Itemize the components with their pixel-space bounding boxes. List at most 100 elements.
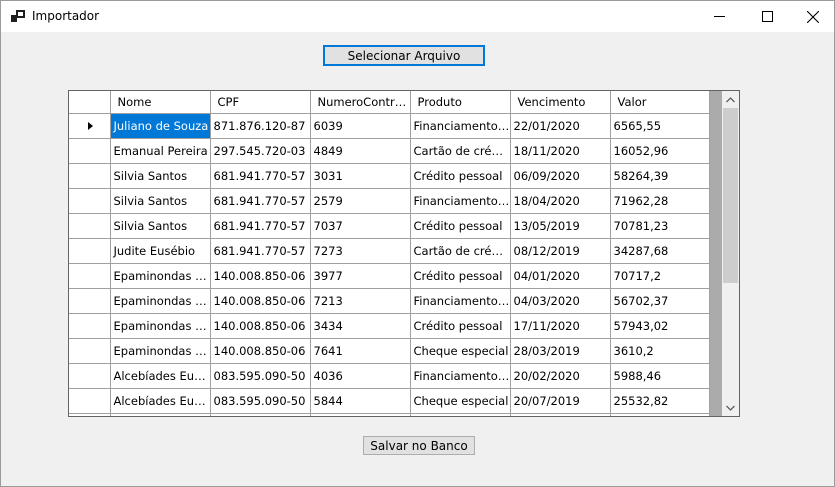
cell-vencimento[interactable]: 18/04/2020 [510,188,611,214]
cell-valor[interactable]: 6565,55 [610,113,710,139]
cell-numerocontrato[interactable] [310,413,411,416]
cell-produto[interactable]: Cartão de crédito [410,138,511,164]
cell-nome[interactable] [110,413,211,416]
cell-nome[interactable]: Judite Eusébio [110,238,211,264]
data-grid[interactable]: Nome CPF NumeroContrato Produto Vencimen… [68,90,740,417]
cell-vencimento[interactable] [510,413,611,416]
table-row[interactable]: Juliano de Souza 871.876.120-87 6039 Financ… [69,113,710,139]
cell-numerocontrato[interactable]: 6039 [310,113,411,139]
cell-nome[interactable]: Alcebíades Eust... [110,388,211,414]
cell-numerocontrato[interactable]: 3977 [310,263,411,289]
cell-produto[interactable]: Crédito pessoal [410,263,511,289]
row-header-cell[interactable] [69,313,111,339]
cell-numerocontrato[interactable]: 7641 [310,338,411,364]
cell-cpf[interactable]: 681.941.770-57 [210,238,311,264]
title-bar[interactable]: Importador [1,1,834,32]
cell-nome[interactable]: Silvia Santos [110,188,211,214]
cell-valor[interactable]: 70717,2 [610,263,710,289]
cell-produto[interactable]: Cheque especial [410,338,511,364]
cell-produto[interactable]: Cartão de crédito [410,238,511,264]
column-header-cpf[interactable]: CPF [210,91,311,114]
column-header-numerocontrato[interactable]: NumeroContrato [310,91,411,114]
cell-numerocontrato[interactable]: 7037 [310,213,411,239]
scroll-thumb[interactable] [723,108,738,283]
column-header-produto[interactable]: Produto [410,91,511,114]
column-header-valor[interactable]: Valor [610,91,710,114]
cell-nome[interactable]: Epaminondas C... [110,263,211,289]
cell-vencimento[interactable]: 18/11/2020 [510,138,611,164]
column-header-nome[interactable]: Nome [110,91,211,114]
cell-cpf[interactable]: 681.941.770-57 [210,213,311,239]
cell-nome[interactable]: Silvia Santos [110,213,211,239]
table-row[interactable]: Epaminondas C... 140.008.850-06 7641 Cheque… [69,338,710,364]
cell-numerocontrato[interactable]: 7213 [310,288,411,314]
cell-vencimento[interactable]: 20/07/2019 [510,388,611,414]
cell-numerocontrato[interactable]: 3434 [310,313,411,339]
row-header-cell[interactable] [69,138,111,164]
table-row[interactable]: Epaminondas C... 140.008.850-06 3434 Crédit… [69,313,710,339]
table-row[interactable]: Emanual Pereira 297.545.720-03 4849 Cartão … [69,138,710,164]
cell-cpf[interactable]: 083.595.090-50 [210,388,311,414]
cell-nome[interactable]: Emanual Pereira [110,138,211,164]
row-header-cell[interactable] [69,388,111,414]
cell-cpf[interactable]: 681.941.770-57 [210,163,311,189]
cell-nome[interactable]: Epaminondas C... [110,338,211,364]
cell-produto[interactable]: Crédito pessoal [410,313,511,339]
row-header-cell[interactable] [69,213,111,239]
table-row[interactable]: Epaminondas C... 140.008.850-06 7213 Financ… [69,288,710,314]
minimize-button[interactable] [696,1,742,32]
table-row[interactable]: Alcebíades Eust... 083.595.090-50 5844 Cheq… [69,388,710,414]
table-row[interactable]: Silvia Santos 681.941.770-57 3031 Crédito p… [69,163,710,189]
table-row[interactable]: Judite Eusébio 681.941.770-57 7273 Cartão d… [69,238,710,264]
cell-valor[interactable]: 16052,96 [610,138,710,164]
cell-nome[interactable]: Epaminondas C... [110,313,211,339]
row-header-cell[interactable] [69,363,111,389]
cell-cpf[interactable] [210,413,311,416]
cell-vencimento[interactable]: 04/03/2020 [510,288,611,314]
cell-produto[interactable]: Financiamento ... [410,363,511,389]
cell-vencimento[interactable]: 17/11/2020 [510,313,611,339]
cell-numerocontrato[interactable]: 7273 [310,238,411,264]
cell-vencimento[interactable]: 22/01/2020 [510,113,611,139]
cell-valor[interactable]: 58264,39 [610,163,710,189]
cell-cpf[interactable]: 871.876.120-87 [210,113,311,139]
select-file-button[interactable]: Selecionar Arquivo [323,45,485,66]
row-header-cell[interactable] [69,263,111,289]
row-header-cell[interactable] [69,238,111,264]
cell-vencimento[interactable]: 06/09/2020 [510,163,611,189]
cell-produto[interactable]: Financiamento ... [410,113,511,139]
cell-cpf[interactable]: 083.595.090-50 [210,363,311,389]
cell-valor[interactable]: 56702,37 [610,288,710,314]
cell-produto[interactable]: Financiamento ... [410,188,511,214]
row-header-cell[interactable] [69,288,111,314]
row-header-cell[interactable] [69,188,111,214]
maximize-button[interactable] [744,1,790,32]
cell-valor[interactable]: 25532,82 [610,388,710,414]
table-row[interactable]: Alcebíades Eust... 083.595.090-50 4036 Fina… [69,363,710,389]
cell-valor[interactable]: 71962,28 [610,188,710,214]
row-header-cell[interactable] [69,113,111,139]
corner-header-cell[interactable] [69,91,111,114]
cell-vencimento[interactable]: 08/12/2019 [510,238,611,264]
cell-numerocontrato[interactable]: 3031 [310,163,411,189]
cell-nome[interactable]: Juliano de Souza [110,113,211,139]
cell-numerocontrato[interactable]: 4849 [310,138,411,164]
cell-cpf[interactable]: 297.545.720-03 [210,138,311,164]
cell-cpf[interactable]: 140.008.850-06 [210,263,311,289]
table-row[interactable]: Silvia Santos 681.941.770-57 7037 Crédito p… [69,213,710,239]
cell-cpf[interactable]: 140.008.850-06 [210,313,311,339]
cell-produto[interactable]: Crédito pessoal [410,163,511,189]
cell-produto[interactable]: Crédito pessoal [410,213,511,239]
cell-valor[interactable]: 5988,46 [610,363,710,389]
vertical-scrollbar[interactable] [722,91,739,416]
cell-numerocontrato[interactable]: 4036 [310,363,411,389]
cell-produto[interactable] [410,413,511,416]
cell-vencimento[interactable]: 28/03/2019 [510,338,611,364]
cell-vencimento[interactable]: 04/01/2020 [510,263,611,289]
close-button[interactable] [790,1,835,32]
cell-vencimento[interactable]: 20/02/2020 [510,363,611,389]
table-row[interactable]: Epaminondas C... 140.008.850-06 3977 Crédit… [69,263,710,289]
row-header-cell[interactable] [69,413,111,416]
cell-cpf[interactable]: 140.008.850-06 [210,288,311,314]
cell-valor[interactable]: 70781,23 [610,213,710,239]
